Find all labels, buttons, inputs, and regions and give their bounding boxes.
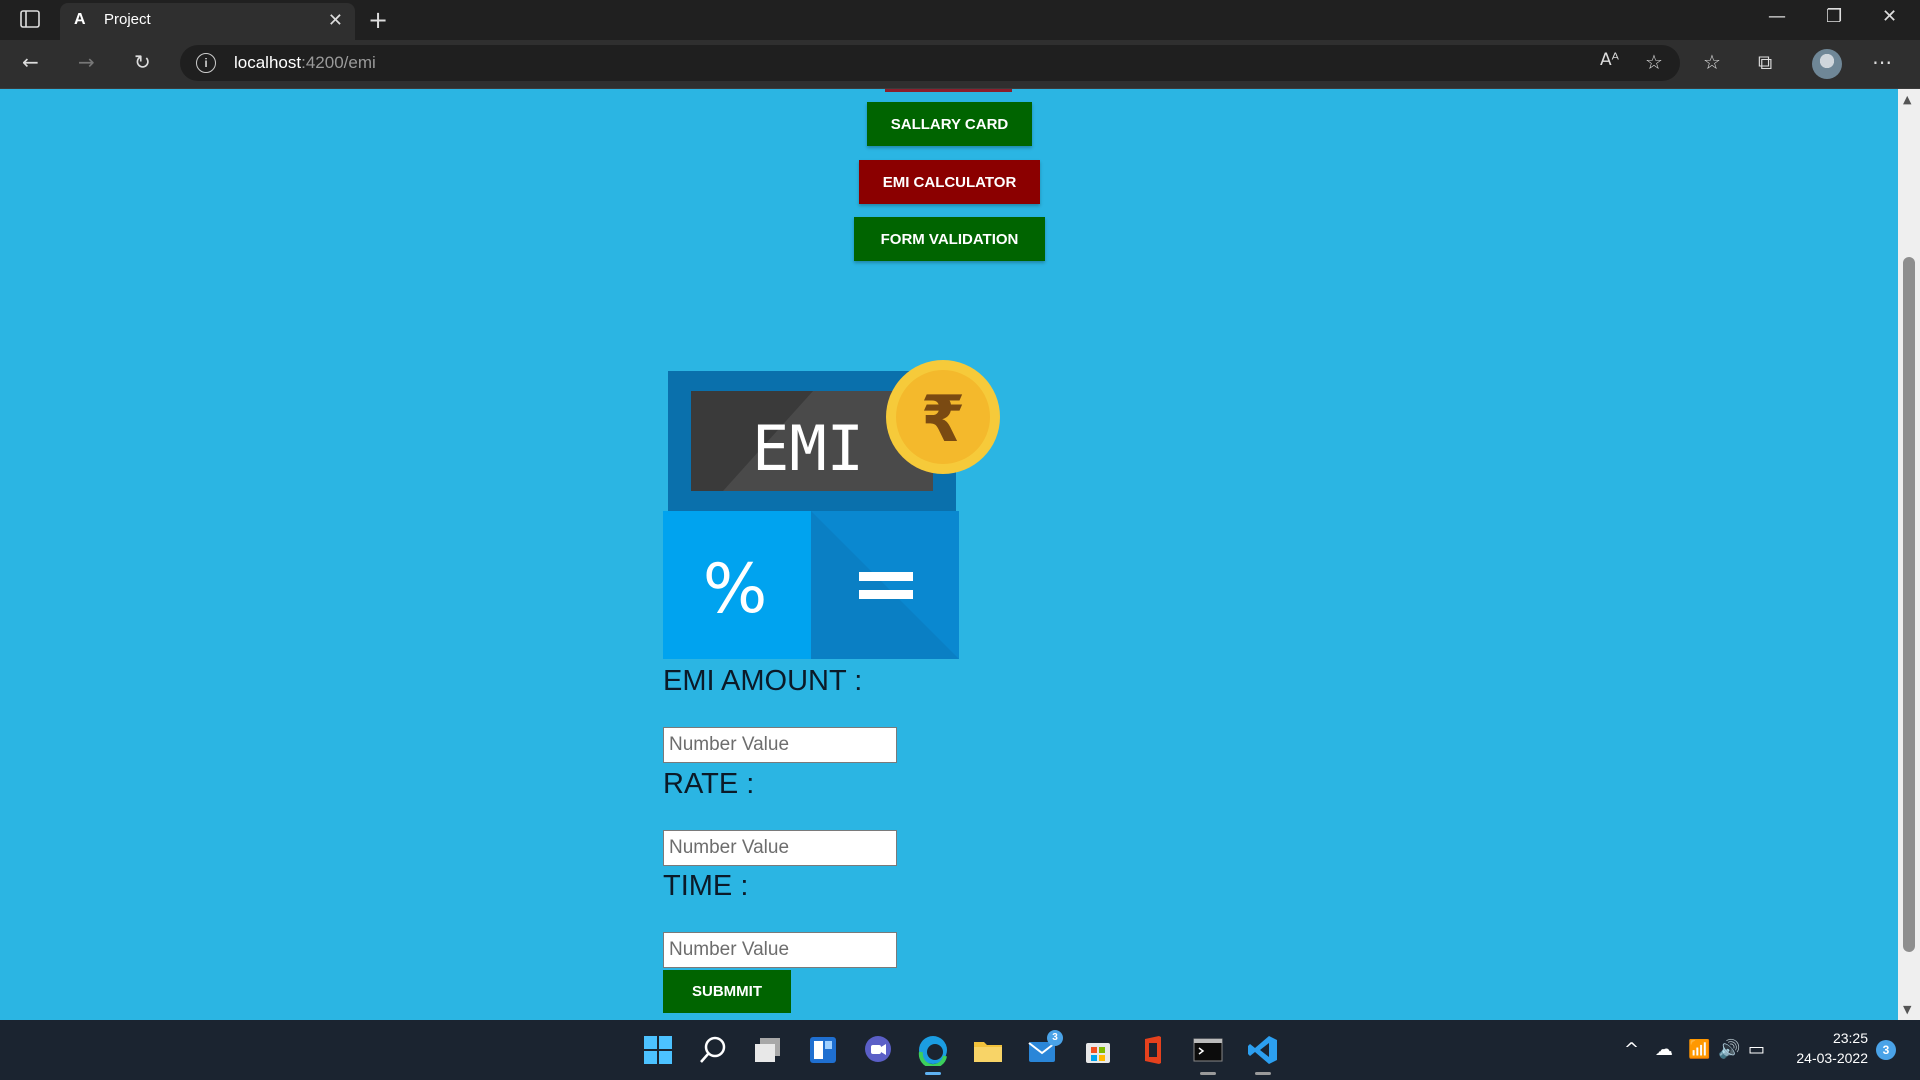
tab-title: Project (104, 11, 151, 28)
back-icon[interactable]: ← (22, 50, 39, 74)
battery-icon[interactable]: ▭ (1748, 1039, 1765, 1060)
hidden-nav-button-edge (885, 89, 1012, 92)
rate-input[interactable] (663, 830, 897, 866)
notification-badge[interactable]: 3 (1876, 1040, 1896, 1060)
terminal-running-indicator (1200, 1072, 1216, 1075)
percent-symbol: % (703, 550, 768, 629)
volume-icon[interactable]: 🔊 (1718, 1039, 1740, 1060)
page-viewport: SALLARY CARD EMI CALCULATOR FORM VALIDAT… (0, 89, 1898, 1020)
vscode-icon[interactable] (1247, 1034, 1279, 1066)
terminal-icon[interactable] (1192, 1034, 1224, 1066)
clock-date: 24-03-2022 (1796, 1050, 1868, 1066)
store-icon[interactable] (1082, 1034, 1114, 1066)
emi-amount-input[interactable] (663, 727, 897, 763)
time-input[interactable] (663, 932, 897, 968)
scroll-down-arrow-icon[interactable]: ▼ (1903, 1003, 1911, 1016)
angular-favicon-icon: A (74, 11, 86, 28)
file-explorer-icon[interactable] (972, 1034, 1004, 1066)
chat-icon[interactable] (862, 1034, 894, 1066)
forward-icon[interactable]: → (78, 50, 95, 74)
windows-taskbar: 3 ^ ☁ 📶 🔊 ▭ 23:25 24-03-2022 3 (0, 1020, 1920, 1080)
equals-symbol-top (859, 572, 913, 581)
profile-avatar[interactable] (1812, 49, 1842, 79)
clock-time: 23:25 (1832, 1030, 1868, 1046)
address-url: localhost:4200/emi (234, 53, 376, 73)
edge-icon[interactable] (917, 1034, 949, 1066)
more-icon[interactable]: ⋯ (1872, 50, 1892, 74)
equals-symbol-bottom (859, 590, 913, 599)
reload-icon[interactable]: ↻ (134, 50, 151, 74)
emi-amount-label: EMI AMOUNT : (663, 665, 863, 697)
office-icon[interactable] (1137, 1034, 1169, 1066)
rate-label: RATE : (663, 768, 755, 800)
tab-bar: A Project ✕ + — ❐ ✕ (0, 0, 1920, 40)
info-icon[interactable]: i (196, 53, 216, 73)
task-view-icon[interactable] (752, 1034, 784, 1066)
address-host: localhost (234, 53, 302, 72)
submit-button[interactable]: SUBMMIT (663, 970, 791, 1013)
browser-tab[interactable]: A Project ✕ (60, 3, 355, 40)
close-icon[interactable]: ✕ (1882, 6, 1897, 27)
emi-calculator-logo: EMI % ₹ (663, 360, 1000, 659)
tab-actions-icon[interactable] (20, 10, 40, 28)
address-path: :4200/emi (301, 53, 376, 72)
show-hidden-icons-icon[interactable]: ^ (1624, 1039, 1639, 1060)
read-aloud-icon[interactable]: Aᴬ (1600, 50, 1619, 70)
add-favorite-icon[interactable]: ☆ (1645, 50, 1663, 74)
favorites-icon[interactable]: ☆ (1703, 50, 1721, 74)
form-validation-button[interactable]: FORM VALIDATION (854, 217, 1045, 261)
logo-screen-text: EMI (752, 412, 864, 485)
time-label: TIME : (663, 870, 749, 902)
salary-card-button[interactable]: SALLARY CARD (867, 102, 1032, 146)
taskbar-clock[interactable]: 23:25 24-03-2022 (1778, 1028, 1868, 1068)
wifi-icon[interactable]: 📶 (1688, 1039, 1710, 1060)
browser-toolbar: ← → ↻ i localhost:4200/emi Aᴬ ☆ ☆ ⧉ ⋯ (0, 40, 1920, 89)
widgets-icon[interactable] (807, 1034, 839, 1066)
restore-icon[interactable]: ❐ (1826, 6, 1842, 27)
scroll-thumb[interactable] (1903, 257, 1915, 952)
rupee-symbol: ₹ (921, 383, 966, 457)
start-icon[interactable] (642, 1034, 674, 1066)
search-icon[interactable] (697, 1034, 729, 1066)
edge-active-indicator (925, 1072, 941, 1075)
scroll-up-arrow-icon[interactable]: ▲ (1903, 93, 1911, 106)
minimize-icon[interactable]: — (1768, 6, 1786, 27)
collections-icon[interactable]: ⧉ (1758, 50, 1772, 74)
emi-calculator-button[interactable]: EMI CALCULATOR (859, 160, 1040, 204)
page-scrollbar[interactable]: ▲ ▼ (1898, 89, 1920, 1020)
address-bar[interactable]: i localhost:4200/emi (180, 45, 1680, 81)
vscode-running-indicator (1255, 1072, 1271, 1075)
new-tab-button[interactable]: + (368, 6, 388, 34)
mail-badge: 3 (1047, 1030, 1063, 1046)
onedrive-icon[interactable]: ☁ (1655, 1039, 1673, 1060)
close-tab-icon[interactable]: ✕ (328, 11, 343, 31)
